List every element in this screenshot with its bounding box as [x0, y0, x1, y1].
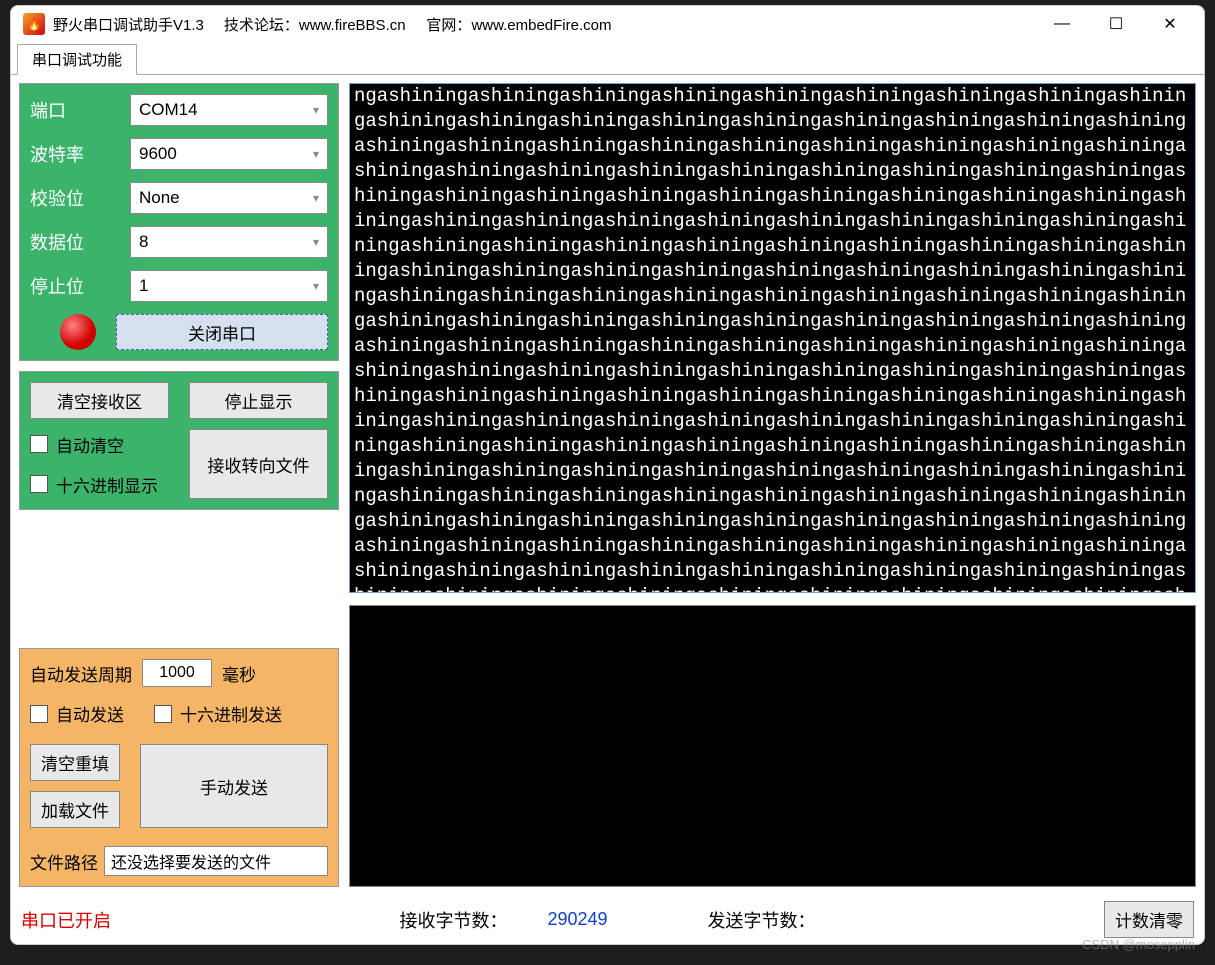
title-links: 技术论坛：www.fireBBS.cn 官网：www.embedFire.com — [224, 14, 612, 35]
port-select[interactable]: COM14▾ — [130, 94, 328, 126]
checkbox-icon — [30, 705, 48, 723]
tab-serial-debug[interactable]: 串口调试功能 — [17, 44, 137, 75]
tx-terminal[interactable] — [349, 605, 1196, 887]
checkbox-icon — [30, 475, 48, 493]
clear-refill-button[interactable]: 清空重填 — [30, 744, 120, 781]
forum-url: www.fireBBS.cn — [299, 17, 406, 34]
hex-send-checkbox[interactable]: 十六进制发送 — [154, 701, 282, 726]
period-input[interactable] — [142, 659, 212, 687]
auto-period-label: 自动发送周期 — [30, 661, 132, 686]
ms-label: 毫秒 — [222, 661, 256, 686]
forum-label: 技术论坛： — [224, 17, 299, 34]
statusbar: 串口已开启 接收字节数： 290249 发送字节数： 计数清零 — [11, 895, 1204, 944]
close-port-button[interactable]: 关闭串口 — [116, 314, 328, 350]
chevron-down-icon: ▾ — [313, 191, 319, 205]
tx-control-panel: 自动发送周期 毫秒 自动发送 十六进制发送 清空重填 加载文件 手动发送 文件 — [19, 648, 339, 887]
load-file-button[interactable]: 加载文件 — [30, 791, 120, 828]
tab-bar: 串口调试功能 — [11, 42, 1204, 75]
chevron-down-icon: ▾ — [313, 235, 319, 249]
clear-count-button[interactable]: 计数清零 — [1104, 901, 1194, 938]
rx-to-file-button[interactable]: 接收转向文件 — [189, 429, 328, 499]
file-path-input[interactable] — [104, 846, 328, 876]
stop-display-button[interactable]: 停止显示 — [189, 382, 328, 419]
main-area: 端口COM14▾ 波特率9600▾ 校验位None▾ 数据位8▾ 停止位1▾ 关… — [11, 75, 1204, 895]
stopbits-select[interactable]: 1▾ — [130, 270, 328, 302]
hex-display-checkbox[interactable]: 十六进制显示 — [30, 472, 169, 497]
app-icon: 🔥 — [23, 13, 45, 35]
serial-config-panel: 端口COM14▾ 波特率9600▾ 校验位None▾ 数据位8▾ 停止位1▾ 关… — [19, 83, 339, 361]
rx-terminal[interactable]: ngashiningashiningashiningashiningashini… — [349, 83, 1196, 593]
port-status-text: 串口已开启 — [21, 907, 111, 933]
window-controls: — ☐ ✕ — [1050, 12, 1192, 36]
titlebar: 🔥 野火串口调试助手V1.3 技术论坛：www.fireBBS.cn 官网：ww… — [11, 6, 1204, 42]
parity-select[interactable]: None▾ — [130, 182, 328, 214]
app-window: 🔥 野火串口调试助手V1.3 技术论坛：www.fireBBS.cn 官网：ww… — [10, 5, 1205, 945]
chevron-down-icon: ▾ — [313, 279, 319, 293]
port-status-led — [60, 314, 96, 350]
watermark: CSDN @mosepplin — [1082, 937, 1195, 952]
stopbits-label: 停止位 — [30, 273, 130, 299]
checkbox-icon — [154, 705, 172, 723]
checkbox-icon — [30, 435, 48, 453]
rx-bytes-value: 290249 — [547, 909, 607, 930]
close-button[interactable]: ✕ — [1158, 12, 1182, 36]
file-path-label: 文件路径 — [30, 849, 98, 874]
left-column: 端口COM14▾ 波特率9600▾ 校验位None▾ 数据位8▾ 停止位1▾ 关… — [19, 83, 339, 887]
auto-clear-checkbox[interactable]: 自动清空 — [30, 432, 169, 457]
manual-send-button[interactable]: 手动发送 — [140, 744, 328, 828]
site-label: 官网： — [426, 17, 471, 34]
clear-rx-button[interactable]: 清空接收区 — [30, 382, 169, 419]
chevron-down-icon: ▾ — [313, 147, 319, 161]
baud-label: 波特率 — [30, 141, 130, 167]
rx-bytes-label: 接收字节数： — [399, 907, 507, 933]
tx-bytes-label: 发送字节数： — [708, 907, 816, 933]
databits-select[interactable]: 8▾ — [130, 226, 328, 258]
right-column: ngashiningashiningashiningashiningashini… — [349, 83, 1196, 887]
databits-label: 数据位 — [30, 229, 130, 255]
port-label: 端口 — [30, 97, 130, 123]
baud-select[interactable]: 9600▾ — [130, 138, 328, 170]
site-url: www.embedFire.com — [471, 17, 611, 34]
app-title: 野火串口调试助手V1.3 — [53, 14, 204, 35]
chevron-down-icon: ▾ — [313, 103, 319, 117]
minimize-button[interactable]: — — [1050, 12, 1074, 36]
maximize-button[interactable]: ☐ — [1104, 12, 1128, 36]
auto-send-checkbox[interactable]: 自动发送 — [30, 701, 124, 726]
parity-label: 校验位 — [30, 185, 130, 211]
rx-control-panel: 清空接收区 停止显示 自动清空 接收转向文件 十六进制显示 — [19, 371, 339, 510]
